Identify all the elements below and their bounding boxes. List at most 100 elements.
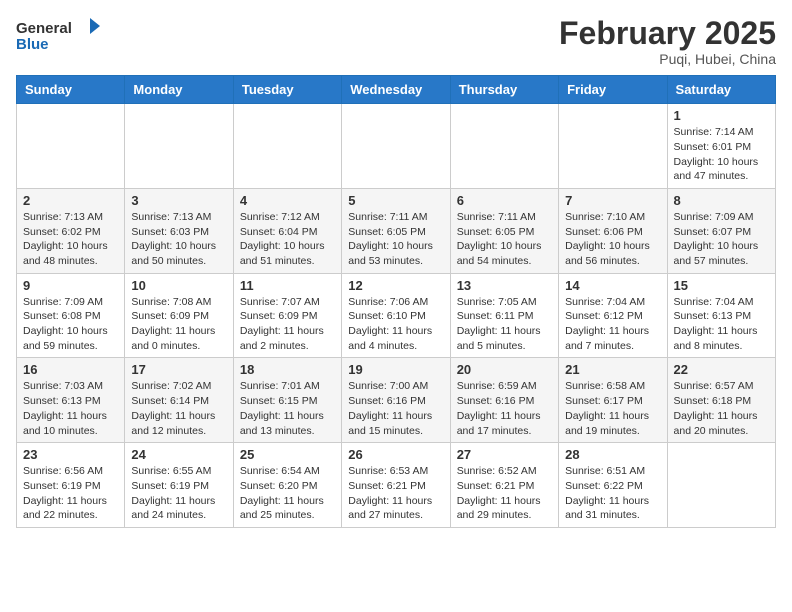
weekday-header-tuesday: Tuesday: [233, 76, 341, 104]
weekday-header-friday: Friday: [559, 76, 667, 104]
calendar-cell: 7 Sunrise: 7:10 AM Sunset: 6:06 PM Daylig…: [559, 188, 667, 273]
calendar-cell: 2Sunrise: 7:13 AM Sunset: 6:02 PM Daylig…: [17, 188, 125, 273]
day-info: Sunrise: 7:08 AM Sunset: 6:09 PM Dayligh…: [131, 295, 226, 354]
calendar-cell: 8 Sunrise: 7:09 AM Sunset: 6:07 PM Daylig…: [667, 188, 775, 273]
weekday-header-monday: Monday: [125, 76, 233, 104]
calendar-cell: [667, 443, 775, 528]
day-info: Sunrise: 6:58 AM Sunset: 6:17 PM Dayligh…: [565, 379, 660, 438]
calendar-cell: 9 Sunrise: 7:09 AM Sunset: 6:08 PM Daylig…: [17, 273, 125, 358]
day-number: 2: [23, 193, 118, 208]
day-info: Sunrise: 7:02 AM Sunset: 6:14 PM Dayligh…: [131, 379, 226, 438]
calendar-cell: 23Sunrise: 6:56 AM Sunset: 6:19 PM Dayli…: [17, 443, 125, 528]
day-info: Sunrise: 7:09 AM Sunset: 6:07 PM Dayligh…: [674, 210, 769, 269]
calendar-cell: [342, 104, 450, 189]
svg-text:Blue: Blue: [16, 36, 49, 53]
day-number: 14: [565, 278, 660, 293]
day-info: Sunrise: 6:55 AM Sunset: 6:19 PM Dayligh…: [131, 464, 226, 523]
location-subtitle: Puqi, Hubei, China: [559, 51, 776, 67]
day-info: Sunrise: 7:07 AM Sunset: 6:09 PM Dayligh…: [240, 295, 335, 354]
day-number: 1: [674, 108, 769, 123]
calendar-cell: 14 Sunrise: 7:04 AM Sunset: 6:12 PM Dayli…: [559, 273, 667, 358]
calendar-week-2: 2Sunrise: 7:13 AM Sunset: 6:02 PM Daylig…: [17, 188, 776, 273]
day-number: 10: [131, 278, 226, 293]
month-title: February 2025: [559, 16, 776, 51]
calendar-week-5: 23Sunrise: 6:56 AM Sunset: 6:19 PM Dayli…: [17, 443, 776, 528]
day-number: 28: [565, 447, 660, 462]
day-info: Sunrise: 6:54 AM Sunset: 6:20 PM Dayligh…: [240, 464, 335, 523]
day-number: 21: [565, 362, 660, 377]
calendar-cell: 27 Sunrise: 6:52 AM Sunset: 6:21 PM Dayli…: [450, 443, 558, 528]
day-number: 5: [348, 193, 443, 208]
weekday-header-wednesday: Wednesday: [342, 76, 450, 104]
logo-svg: GeneralBlue: [16, 16, 106, 56]
day-info: Sunrise: 7:06 AM Sunset: 6:10 PM Dayligh…: [348, 295, 443, 354]
day-info: Sunrise: 7:09 AM Sunset: 6:08 PM Dayligh…: [23, 295, 118, 354]
calendar-table: SundayMondayTuesdayWednesdayThursdayFrid…: [16, 75, 776, 528]
calendar-week-3: 9 Sunrise: 7:09 AM Sunset: 6:08 PM Daylig…: [17, 273, 776, 358]
day-info: Sunrise: 7:10 AM Sunset: 6:06 PM Dayligh…: [565, 210, 660, 269]
svg-text:General: General: [16, 20, 72, 37]
day-info: Sunrise: 6:59 AM Sunset: 6:16 PM Dayligh…: [457, 379, 552, 438]
day-info: Sunrise: 7:11 AM Sunset: 6:05 PM Dayligh…: [457, 210, 552, 269]
day-number: 25: [240, 447, 335, 462]
day-number: 4: [240, 193, 335, 208]
day-number: 15: [674, 278, 769, 293]
day-number: 12: [348, 278, 443, 293]
weekday-header-saturday: Saturday: [667, 76, 775, 104]
calendar-cell: 25 Sunrise: 6:54 AM Sunset: 6:20 PM Dayli…: [233, 443, 341, 528]
day-info: Sunrise: 6:53 AM Sunset: 6:21 PM Dayligh…: [348, 464, 443, 523]
page-header: GeneralBlue February 2025 Puqi, Hubei, C…: [16, 16, 776, 67]
calendar-cell: 4 Sunrise: 7:12 AM Sunset: 6:04 PM Daylig…: [233, 188, 341, 273]
day-number: 18: [240, 362, 335, 377]
calendar-cell: 6 Sunrise: 7:11 AM Sunset: 6:05 PM Daylig…: [450, 188, 558, 273]
day-info: Sunrise: 7:05 AM Sunset: 6:11 PM Dayligh…: [457, 295, 552, 354]
calendar-cell: [125, 104, 233, 189]
day-number: 16: [23, 362, 118, 377]
calendar-cell: 5 Sunrise: 7:11 AM Sunset: 6:05 PM Daylig…: [342, 188, 450, 273]
day-number: 20: [457, 362, 552, 377]
day-number: 6: [457, 193, 552, 208]
day-number: 3: [131, 193, 226, 208]
calendar-cell: 16 Sunrise: 7:03 AM Sunset: 6:13 PM Dayli…: [17, 358, 125, 443]
calendar-week-4: 16 Sunrise: 7:03 AM Sunset: 6:13 PM Dayli…: [17, 358, 776, 443]
day-info: Sunrise: 7:00 AM Sunset: 6:16 PM Dayligh…: [348, 379, 443, 438]
calendar-cell: 3 Sunrise: 7:13 AM Sunset: 6:03 PM Daylig…: [125, 188, 233, 273]
day-info: Sunrise: 7:01 AM Sunset: 6:15 PM Dayligh…: [240, 379, 335, 438]
day-number: 17: [131, 362, 226, 377]
calendar-cell: 28Sunrise: 6:51 AM Sunset: 6:22 PM Dayli…: [559, 443, 667, 528]
calendar-week-1: 1 Sunrise: 7:14 AM Sunset: 6:01 PM Daylig…: [17, 104, 776, 189]
day-info: Sunrise: 6:52 AM Sunset: 6:21 PM Dayligh…: [457, 464, 552, 523]
day-info: Sunrise: 7:12 AM Sunset: 6:04 PM Dayligh…: [240, 210, 335, 269]
day-number: 13: [457, 278, 552, 293]
calendar-cell: 19 Sunrise: 7:00 AM Sunset: 6:16 PM Dayli…: [342, 358, 450, 443]
weekday-header-row: SundayMondayTuesdayWednesdayThursdayFrid…: [17, 76, 776, 104]
calendar-cell: 26 Sunrise: 6:53 AM Sunset: 6:21 PM Dayli…: [342, 443, 450, 528]
day-number: 27: [457, 447, 552, 462]
calendar-cell: 13 Sunrise: 7:05 AM Sunset: 6:11 PM Dayli…: [450, 273, 558, 358]
day-info: Sunrise: 6:56 AM Sunset: 6:19 PM Dayligh…: [23, 464, 118, 523]
day-number: 26: [348, 447, 443, 462]
day-info: Sunrise: 6:57 AM Sunset: 6:18 PM Dayligh…: [674, 379, 769, 438]
calendar-cell: 15Sunrise: 7:04 AM Sunset: 6:13 PM Dayli…: [667, 273, 775, 358]
calendar-cell: [233, 104, 341, 189]
calendar-cell: 1 Sunrise: 7:14 AM Sunset: 6:01 PM Daylig…: [667, 104, 775, 189]
calendar-cell: 18 Sunrise: 7:01 AM Sunset: 6:15 PM Dayli…: [233, 358, 341, 443]
day-info: Sunrise: 7:04 AM Sunset: 6:12 PM Dayligh…: [565, 295, 660, 354]
day-number: 11: [240, 278, 335, 293]
day-info: Sunrise: 7:13 AM Sunset: 6:03 PM Dayligh…: [131, 210, 226, 269]
day-number: 8: [674, 193, 769, 208]
day-number: 7: [565, 193, 660, 208]
calendar-cell: 10 Sunrise: 7:08 AM Sunset: 6:09 PM Dayli…: [125, 273, 233, 358]
calendar-cell: 20 Sunrise: 6:59 AM Sunset: 6:16 PM Dayli…: [450, 358, 558, 443]
day-number: 19: [348, 362, 443, 377]
calendar-cell: 11 Sunrise: 7:07 AM Sunset: 6:09 PM Dayli…: [233, 273, 341, 358]
day-number: 9: [23, 278, 118, 293]
day-info: Sunrise: 7:03 AM Sunset: 6:13 PM Dayligh…: [23, 379, 118, 438]
logo: GeneralBlue: [16, 16, 106, 56]
day-info: Sunrise: 7:14 AM Sunset: 6:01 PM Dayligh…: [674, 125, 769, 184]
calendar-cell: [559, 104, 667, 189]
day-info: Sunrise: 7:11 AM Sunset: 6:05 PM Dayligh…: [348, 210, 443, 269]
calendar-cell: 22Sunrise: 6:57 AM Sunset: 6:18 PM Dayli…: [667, 358, 775, 443]
title-block: February 2025 Puqi, Hubei, China: [559, 16, 776, 67]
calendar-cell: 24Sunrise: 6:55 AM Sunset: 6:19 PM Dayli…: [125, 443, 233, 528]
